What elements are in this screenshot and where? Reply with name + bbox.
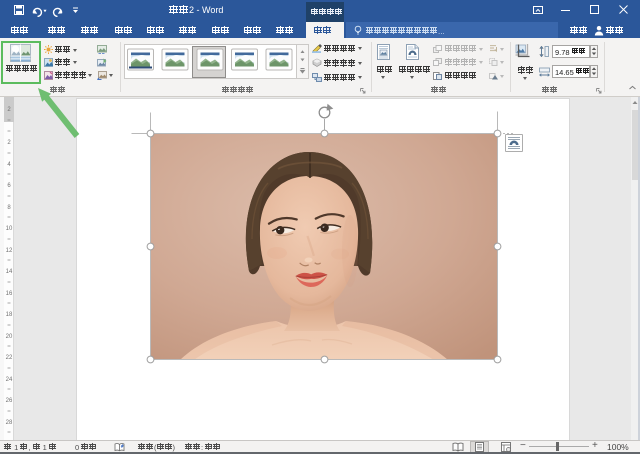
svg-text:16: 16 xyxy=(6,291,13,297)
svg-text:2: 2 xyxy=(7,140,11,146)
svg-text:8: 8 xyxy=(7,205,11,211)
svg-text:12: 12 xyxy=(6,248,13,254)
svg-text:10: 10 xyxy=(6,226,13,232)
svg-text:28: 28 xyxy=(6,420,13,426)
svg-text:2: 2 xyxy=(7,107,11,113)
svg-text:26: 26 xyxy=(6,398,13,404)
svg-text:18: 18 xyxy=(6,312,13,318)
svg-text:24: 24 xyxy=(6,377,13,383)
svg-text:14: 14 xyxy=(6,269,13,275)
svg-text:4: 4 xyxy=(7,162,11,168)
svg-text:6: 6 xyxy=(7,183,11,189)
svg-text:22: 22 xyxy=(6,355,13,361)
svg-text:20: 20 xyxy=(6,334,13,340)
